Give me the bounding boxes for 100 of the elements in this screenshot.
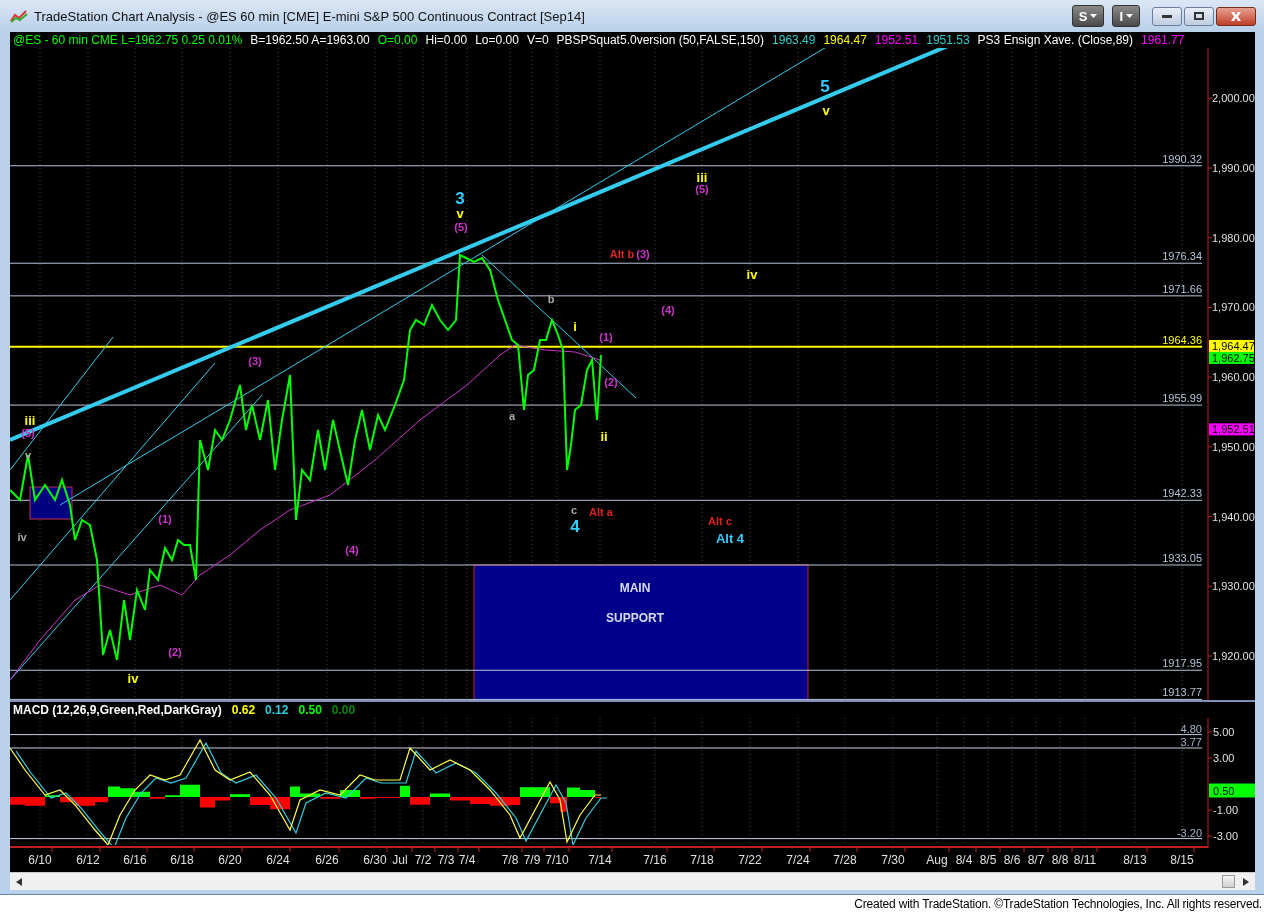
date-label: 8/15 bbox=[1170, 853, 1194, 867]
minimize-icon bbox=[1162, 14, 1172, 18]
date-label: 8/8 bbox=[1051, 853, 1069, 867]
level-label: 1971.66 bbox=[1162, 282, 1202, 295]
legend-text: B=1962.50 A=1963.00 bbox=[250, 33, 370, 47]
axis-label: 2,000.00 bbox=[1212, 92, 1255, 105]
date-label: 7/18 bbox=[690, 853, 714, 867]
wave-label: iv bbox=[17, 531, 27, 543]
legend-text: MACD (12,26,9,Green,Red,DarkGray) bbox=[13, 703, 222, 717]
axis-label: -1.00 bbox=[1213, 804, 1239, 816]
axis-label: 1,960.00 bbox=[1212, 371, 1255, 384]
legend-text: PBSPSquat5.0version (50,FALSE,150) bbox=[556, 33, 765, 47]
wave-label: v bbox=[456, 205, 464, 221]
level-label: -3.20 bbox=[1176, 826, 1202, 839]
axis-label: 1,970.00 bbox=[1212, 301, 1255, 314]
wave-label: (3) bbox=[248, 355, 262, 367]
wave-label: (4) bbox=[345, 544, 359, 556]
minimize-button[interactable] bbox=[1152, 6, 1182, 26]
wave-label: Alt b bbox=[609, 248, 635, 260]
date-label: 7/30 bbox=[881, 853, 905, 867]
caret-icon bbox=[1126, 14, 1133, 18]
level-label: 4.80 bbox=[1180, 722, 1202, 735]
legend-text: 1963.49 bbox=[772, 33, 816, 47]
date-label: 7/2 bbox=[414, 853, 432, 867]
wave-label: Alt a bbox=[589, 506, 613, 518]
wave-label: (1) bbox=[599, 331, 613, 343]
level-label: 1990.32 bbox=[1162, 152, 1202, 165]
date-label: 7/3 bbox=[437, 853, 455, 867]
legend-text: 0.12 bbox=[265, 703, 289, 717]
date-label: 7/14 bbox=[588, 853, 612, 867]
axis-label: 1,920.00 bbox=[1212, 649, 1255, 662]
date-label: 6/24 bbox=[266, 853, 290, 867]
scroll-right-icon[interactable] bbox=[1243, 877, 1249, 886]
footer-text: Created with TradeStation. ©TradeStation Technologies, Inc. All rights reserved. bbox=[854, 897, 1262, 911]
level-label: 1913.77 bbox=[1162, 686, 1202, 699]
legend-text: @ES - 60 min CME L=1962.75 0.25 0.01% bbox=[13, 33, 243, 47]
axis-label: 3.00 bbox=[1213, 752, 1235, 764]
date-label: 6/18 bbox=[170, 853, 194, 867]
dropdown-button[interactable]: I bbox=[1112, 5, 1140, 27]
legend-text: 1961.77 bbox=[1141, 33, 1185, 47]
date-label: 8/6 bbox=[1003, 853, 1021, 867]
legend-text: 1964.47 bbox=[823, 33, 867, 47]
close-button[interactable] bbox=[1216, 6, 1256, 26]
dropdown-button[interactable]: S bbox=[1071, 5, 1105, 27]
window-title: TradeStation Chart Analysis - @ES 60 min [CME] E-mini S&P 500 Continuous Contract [Sep14] bbox=[34, 8, 586, 24]
caret-icon bbox=[1090, 14, 1098, 18]
date-label: 8/5 bbox=[979, 853, 997, 867]
wave-label: (2) bbox=[168, 646, 182, 658]
zone-label: MAIN bbox=[619, 581, 651, 595]
level-label: 1942.33 bbox=[1162, 487, 1202, 500]
wave-label: Alt c bbox=[708, 515, 732, 527]
date-label: 6/10 bbox=[28, 853, 52, 867]
date-label: Aug bbox=[926, 853, 948, 867]
maximize-button[interactable] bbox=[1184, 6, 1214, 26]
legend-text: 0.50 bbox=[298, 703, 322, 717]
chart-logo-icon bbox=[10, 9, 28, 23]
wave-label: 4 bbox=[570, 516, 580, 536]
date-label: 7/10 bbox=[545, 853, 569, 867]
legend-text: 0.62 bbox=[231, 703, 256, 717]
wave-label: iii bbox=[696, 169, 708, 185]
close-icon bbox=[1231, 11, 1241, 21]
axis-label: 5.00 bbox=[1213, 726, 1235, 738]
axis-label: 1,950.00 bbox=[1212, 440, 1255, 453]
date-label: 7/9 bbox=[523, 853, 541, 867]
date-label: 7/22 bbox=[738, 853, 762, 867]
wave-label: ii bbox=[600, 428, 608, 444]
wave-label: i bbox=[573, 318, 577, 334]
wave-label: iii bbox=[24, 412, 36, 428]
date-label: 8/11 bbox=[1073, 853, 1097, 867]
date-label: 6/30 bbox=[363, 853, 387, 867]
level-label: 3.77 bbox=[1180, 736, 1202, 748]
date-label: 8/7 bbox=[1027, 853, 1045, 867]
level-label: 1964.36 bbox=[1162, 333, 1202, 346]
legend-text: 0.00 bbox=[331, 703, 356, 717]
scroll-thumb[interactable] bbox=[1222, 875, 1235, 888]
wave-label: (4) bbox=[661, 304, 675, 316]
scroll-left-icon[interactable] bbox=[16, 877, 22, 886]
level-label: 1955.99 bbox=[1162, 392, 1202, 405]
wave-label: (5) bbox=[454, 221, 468, 233]
wave-label: iv bbox=[127, 670, 139, 686]
date-label: 7/8 bbox=[501, 853, 519, 867]
date-label: 6/12 bbox=[76, 853, 100, 867]
wave-label: b bbox=[547, 293, 555, 305]
axis-label: 1,980.00 bbox=[1212, 231, 1255, 244]
date-label: 8/4 bbox=[955, 853, 973, 867]
wave-label: Alt 4 bbox=[715, 530, 745, 546]
level-label: 1933.05 bbox=[1162, 552, 1202, 564]
level-label: 1917.95 bbox=[1162, 657, 1202, 670]
axis-label: 1,940.00 bbox=[1212, 510, 1255, 523]
wave-label: iv bbox=[746, 266, 758, 282]
date-label: 8/13 bbox=[1123, 853, 1147, 867]
wave-label: 3 bbox=[455, 188, 465, 208]
maximize-icon bbox=[1194, 12, 1204, 20]
wave-label: (5) bbox=[695, 183, 709, 195]
wave-label: c bbox=[570, 504, 578, 516]
axis-label: 1,990.00 bbox=[1212, 162, 1255, 174]
date-label: 6/20 bbox=[218, 853, 242, 867]
axis-label: -3.00 bbox=[1213, 830, 1239, 842]
legend-text: PS3 Ensign Xave. (Close,89) bbox=[977, 33, 1134, 47]
legend-text: Hi=0.00 bbox=[425, 33, 468, 47]
